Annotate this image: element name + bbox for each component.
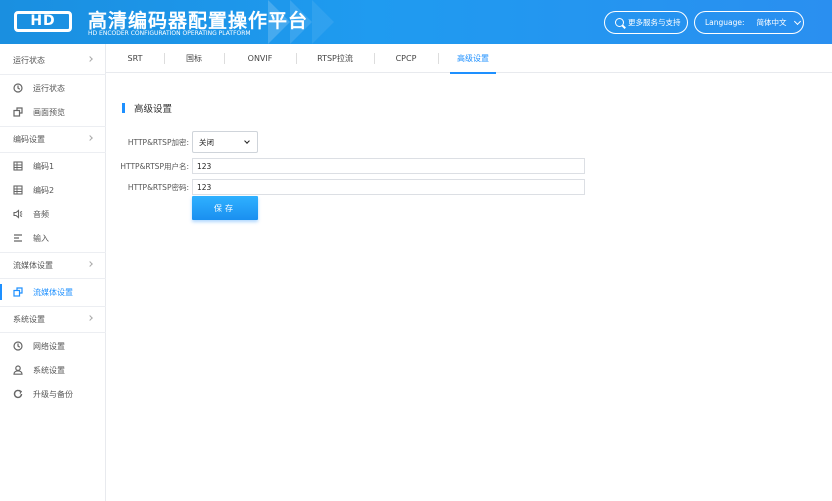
tab-onvif[interactable]: ONVIF [224, 44, 296, 73]
sidebar-item-input[interactable]: 输入 [0, 226, 106, 250]
chevron-right-icon [87, 315, 93, 321]
password-label: HTTP&RTSP密码: [127, 183, 189, 192]
tab-srt[interactable]: SRT [106, 44, 164, 73]
tab-label: 高级设置 [457, 53, 489, 63]
sidebar-item-upgrade[interactable]: 升级与备份 [0, 382, 106, 406]
divider [0, 152, 106, 153]
more-services-label: 更多服务与支持 [628, 18, 681, 27]
language-label: Language: [705, 18, 745, 27]
divider [0, 278, 106, 279]
refresh-icon [13, 389, 23, 399]
username-value: 123 [197, 161, 212, 171]
sidebar-item-label: 编码1 [33, 161, 55, 171]
app-title: 高清编码器配置操作平台 [88, 10, 309, 32]
sidebar-item-encode1[interactable]: 编码1 [0, 154, 106, 178]
sidebar-item-run-status[interactable]: 运行状态 [0, 76, 106, 100]
tab-label: CPCP [395, 53, 417, 63]
sidebar-item-label: 输入 [33, 233, 49, 243]
password-input[interactable]: 123 [192, 179, 585, 195]
tab-cpcp[interactable]: CPCP [374, 44, 438, 73]
language-select[interactable]: Language: 简体中文 [694, 11, 804, 34]
grid-icon [13, 185, 23, 195]
chevron-right-icon [87, 135, 93, 141]
more-services-button[interactable]: 更多服务与支持 [604, 11, 688, 34]
clock-icon [13, 83, 23, 93]
tab-bar: SRT 国标 ONVIF RTSP拉流 CPCP 高级设置 [106, 44, 832, 74]
sidebar-group-encoding[interactable]: 编码设置 [0, 127, 106, 151]
save-button[interactable]: 保存 [192, 196, 258, 220]
encrypt-select[interactable]: 关闭 [192, 131, 258, 153]
header-decoration [312, 0, 334, 44]
encrypt-select-value: 关闭 [199, 137, 214, 147]
chevron-down-icon [793, 17, 801, 25]
username-input[interactable]: 123 [192, 158, 585, 174]
sidebar-item-encode2[interactable]: 编码2 [0, 178, 106, 202]
sidebar-group-streaming[interactable]: 流媒体设置 [0, 253, 106, 277]
section-title: 高级设置 [122, 101, 172, 115]
sidebar-item-label: 网络设置 [33, 341, 65, 351]
username-label: HTTP&RTSP用户名: [120, 162, 189, 171]
sidebar-group-status[interactable]: 运行状态 [0, 48, 106, 72]
sidebar-item-system[interactable]: 系统设置 [0, 358, 106, 382]
sidebar-item-audio[interactable]: 音频 [0, 202, 106, 226]
app-subtitle: HD ENCODER CONFIGURATION OPERATING PLATF… [88, 30, 251, 37]
section-marker [122, 103, 125, 113]
sidebar-item-streaming[interactable]: 流媒体设置 [0, 280, 106, 304]
password-value: 123 [197, 182, 212, 192]
language-value: 简体中文 [756, 18, 787, 27]
tab-label: RTSP拉流 [317, 53, 353, 63]
grid-icon [13, 161, 23, 171]
sidebar-group-system[interactable]: 系统设置 [0, 307, 106, 331]
sidebar-item-label: 编码2 [33, 185, 55, 195]
sidebar-item-label: 系统设置 [33, 365, 65, 375]
input-icon [13, 233, 23, 243]
hd-logo: HD [14, 11, 72, 32]
sidebar-item-label: 画面预览 [33, 107, 65, 117]
stream-icon [13, 287, 23, 297]
user-icon [13, 365, 23, 375]
speaker-icon [13, 209, 23, 219]
sidebar-item-label: 升级与备份 [33, 389, 73, 399]
tab-label: SRT [127, 53, 143, 63]
sidebar-item-label: 流媒体设置 [33, 287, 73, 297]
tab-advanced[interactable]: 高级设置 [438, 44, 508, 74]
app-header: HD 高清编码器配置操作平台 HD ENCODER CONFIGURATION … [0, 0, 832, 44]
tab-label: ONVIF [247, 53, 273, 63]
tab-label: 国标 [186, 53, 202, 63]
divider [0, 74, 106, 75]
sidebar-group-label: 流媒体设置 [13, 260, 53, 270]
sidebar-item-preview[interactable]: 画面预览 [0, 100, 106, 124]
tab-gb[interactable]: 国标 [164, 44, 224, 73]
encrypt-label: HTTP&RTSP加密: [127, 138, 189, 147]
sidebar-item-network[interactable]: 网络设置 [0, 334, 106, 358]
sidebar-group-label: 编码设置 [13, 134, 45, 144]
sidebar-item-label: 音频 [33, 209, 49, 219]
divider [0, 332, 106, 333]
network-icon [13, 341, 23, 351]
tab-rtsp-pull[interactable]: RTSP拉流 [296, 44, 374, 73]
chevron-right-icon [87, 261, 93, 267]
chevron-down-icon [244, 138, 250, 144]
search-icon [615, 18, 624, 27]
sidebar-group-label: 系统设置 [13, 314, 45, 324]
sidebar-nav: 运行状态 运行状态 画面预览 编码设置 编码1 编码2 音频 输入 流媒体设置 … [0, 44, 106, 501]
preview-icon [13, 107, 23, 117]
sidebar-item-label: 运行状态 [33, 83, 65, 93]
chevron-right-icon [87, 56, 93, 62]
section-title-text: 高级设置 [134, 104, 173, 115]
sidebar-group-label: 运行状态 [13, 55, 45, 65]
